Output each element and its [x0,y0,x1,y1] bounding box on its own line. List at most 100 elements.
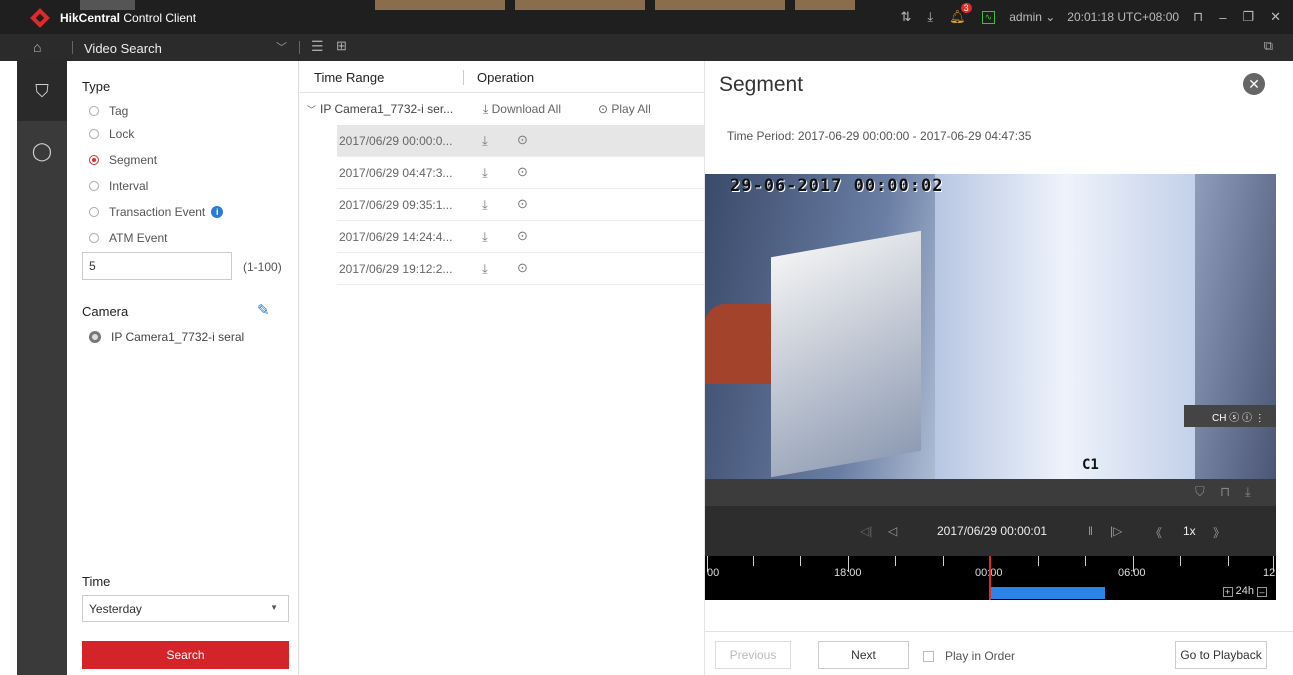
sort-arrows-icon[interactable]: ⇅ [901,9,912,25]
pop-out-icon[interactable]: ⧉ [1264,38,1273,54]
radio-icon [89,233,99,243]
timeline-label: 18:00 [834,567,862,579]
clock: 20:01:18 UTC+08:00 [1067,10,1180,24]
app-title: HikCentral Control Client [60,11,197,25]
next-button[interactable]: Next [818,641,909,669]
play-icon[interactable]: ⊙ [517,260,528,276]
module-title[interactable]: Video Search [84,41,162,56]
table-row[interactable]: 2017/06/29 19:12:2... ⤓ ⊙ [337,253,704,285]
play-in-order-checkbox[interactable]: Play in Order [923,649,1015,663]
timeline[interactable]: 00 18:00 00:00 06:00 12 +24h– [705,556,1276,600]
col-time-range: Time Range [314,70,385,85]
timeline-label: 12 [1263,567,1276,579]
search-button[interactable]: Search [82,641,289,669]
table-header: Time Range Operation [300,61,704,93]
speed-up-icon[interactable]: 》 [1213,524,1225,541]
video-frame-display [771,230,921,478]
segment-detail-panel: Segment ✕ Time Period: 2017-06-29 00:00:… [704,61,1293,675]
video-frame-wall [935,174,1195,479]
download-all-button[interactable]: ⤓ Download All [483,102,561,117]
interval-range-hint: (1-100) [243,260,282,274]
list-view-icon[interactable]: ☰ [311,38,324,55]
type-option-interval[interactable]: Interval [89,179,148,193]
play-icon[interactable]: ⊙ [517,196,528,212]
ime-toolbar: CH ⓢ ⓘ ⋮ [1184,405,1276,427]
close-icon[interactable]: ✕ [1243,73,1265,95]
table-row[interactable]: 2017/06/29 04:47:3... ⤓ ⊙ [337,157,704,189]
video-player[interactable]: 29-06-2017 00:00:02 C1 CH ⓢ ⓘ ⋮ [705,174,1276,479]
col-operation: Operation [477,70,535,85]
table-row[interactable]: 2017/06/29 09:35:1... ⤓ ⊙ [337,189,704,221]
results-table: Time Range Operation ﹀ IP Camera1_7732-i… [300,61,704,675]
pause-icon[interactable]: ‖ [1088,524,1093,538]
lock-icon[interactable]: ⊓ [1220,484,1230,500]
dropdown-arrow-icon: ▼ [270,603,278,612]
go-to-playback-button[interactable]: Go to Playback [1175,641,1267,669]
reverse-play-icon[interactable]: ◁ [888,524,897,538]
lock-icon[interactable]: ⊓ [1193,9,1203,25]
play-icon[interactable]: ⊙ [517,132,528,148]
previous-segment-icon[interactable]: ◁| [860,524,872,538]
time-select[interactable]: Yesterday ▼ [82,595,289,622]
play-all-button[interactable]: ⊙ Play All [598,102,651,116]
lightbulb-icon: ◯ [31,140,53,161]
divider [72,41,73,54]
timeline-cursor[interactable] [989,556,991,600]
download-icon[interactable]: ⤓ [927,9,933,25]
panel-title: Segment [719,73,804,96]
single-frame-icon[interactable]: |▷ [1110,524,1122,538]
download-icon[interactable]: ⤓ [482,197,488,213]
search-conditions-panel: Type Tag Lock Segment Interval Transacti… [67,61,299,675]
playback-speed[interactable]: 1x [1183,524,1196,538]
user-menu[interactable]: admin ⌄ [1009,10,1055,24]
timeline-label: 06:00 [1118,567,1146,579]
info-icon[interactable]: i [211,206,224,218]
timeline-label: 00 [707,567,720,579]
smart-search-tab[interactable]: ◯ [17,121,67,181]
chevron-down-icon[interactable]: ﹀ [276,39,287,55]
hikcentral-logo-icon [30,8,50,28]
detail-footer: Previous Next Play in Order Go to Playba… [705,631,1293,675]
table-row[interactable]: 2017/06/29 14:24:4... ⤓ ⊙ [337,221,704,253]
bookmark-icon[interactable]: ⛉ [1195,484,1205,500]
edit-icon[interactable]: ✎ [257,301,270,319]
type-option-lock[interactable]: Lock [89,127,134,141]
download-icon[interactable]: ⤓ [482,229,488,245]
play-icon[interactable]: ⊙ [517,164,528,180]
home-icon[interactable]: ⌂ [33,39,41,55]
camera-item[interactable]: IP Camera1_7732-i seral [89,330,244,344]
grid-view-icon[interactable]: ⊞ [336,38,347,54]
health-monitor-icon[interactable]: ∿ [981,10,996,24]
camera-group-row[interactable]: ﹀ IP Camera1_7732-i ser... ⤓ Download Al… [300,93,704,125]
playback-time: 2017/06/29 00:00:01 [937,524,1048,538]
video-toolbar: ⛉ ⊓ ⤓ [705,479,1276,506]
minimize-icon[interactable]: – [1219,10,1226,25]
download-icon[interactable]: ⤓ [482,261,488,277]
type-option-transaction-event[interactable]: Transaction Event i [89,205,224,219]
module-nav-bar: ⌂ Video Search ﹀ ☰ ⊞ ⧉ [0,34,1293,61]
bookmark-search-tab[interactable]: ⛉ [17,61,67,121]
type-option-atm-event[interactable]: ATM Event [89,231,167,245]
alarm-bell-icon[interactable]: 🔔︎ 3 [949,3,972,25]
type-label: Type [82,79,111,94]
slow-down-icon[interactable]: 《 [1150,524,1162,541]
alarm-count-badge: 3 [960,3,972,13]
osd-timestamp: 29-06-2017 00:00:02 [730,176,944,196]
download-icon[interactable]: ⤓ [1245,484,1251,500]
type-option-segment[interactable]: Segment [89,153,157,167]
restore-icon[interactable]: ❐ [1242,9,1254,25]
zoom-out-icon[interactable]: – [1257,587,1267,597]
checkbox-icon [923,650,934,662]
download-icon[interactable]: ⤓ [482,133,488,149]
type-option-tag[interactable]: Tag [89,104,128,118]
table-row[interactable]: 2017/06/29 00:00:0... ⤓ ⊙ [337,125,704,157]
zoom-in-icon[interactable]: + [1222,587,1233,597]
close-icon[interactable]: ✕ [1270,9,1281,25]
play-icon[interactable]: ⊙ [517,228,528,244]
interval-input[interactable]: 5 [82,252,232,280]
video-frame-car [705,304,775,384]
chevron-down-icon[interactable]: ﹀ [307,103,316,116]
download-icon[interactable]: ⤓ [482,165,488,181]
radio-icon [89,129,99,139]
previous-button[interactable]: Previous [715,641,791,669]
